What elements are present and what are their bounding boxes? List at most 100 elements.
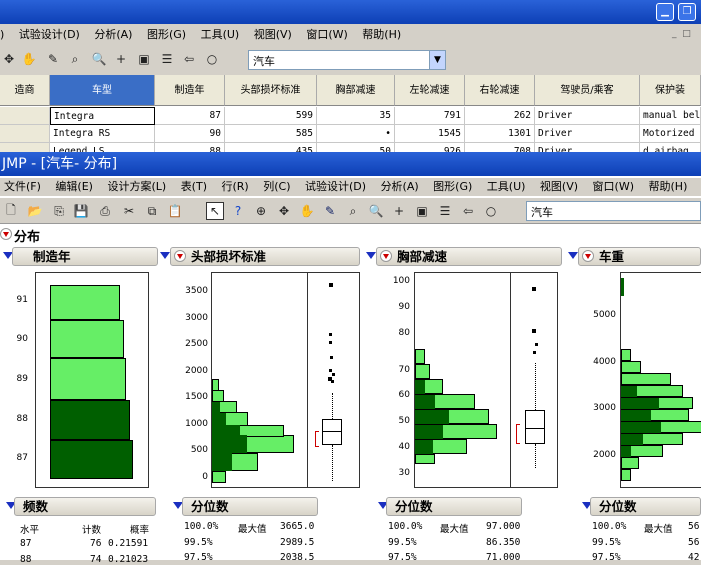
col-header-year[interactable]: 制造年 [155,75,225,106]
cell-protect[interactable]: manual bel [640,107,701,125]
head-bar-selected[interactable] [212,435,247,453]
head-bar-selected[interactable] [212,413,226,425]
menu-window[interactable]: 窗口(W) [593,180,634,193]
cell-chest[interactable]: • [317,125,395,143]
annotate-icon[interactable]: ▣ [135,50,153,68]
chest-bar-selected[interactable] [415,395,435,409]
save-icon[interactable]: 💾 [72,202,90,220]
outlier[interactable] [329,369,332,372]
cell-driver[interactable]: Driver [535,125,640,143]
back-menu-2[interactable]: 分析(A) [94,28,132,41]
brush-icon[interactable]: ✎ [44,50,62,68]
lines-icon[interactable]: ☰ [158,50,176,68]
outlier[interactable] [329,333,332,336]
back-menu-4[interactable]: 工具(U) [201,28,240,41]
year-bar-89[interactable] [50,358,126,400]
menu-analyze[interactable]: 分析(A) [381,180,419,193]
row-label[interactable] [0,107,50,125]
zoom-icon[interactable]: 🔍 [367,202,385,220]
print-icon[interactable]: ⎙ [96,202,114,220]
cell-driver[interactable]: Driver [535,107,640,125]
head-bar-selected[interactable] [212,453,232,471]
brush-icon[interactable]: ✎ [321,202,339,220]
head-bar-selected[interactable] [212,402,220,413]
outlier[interactable] [332,373,335,376]
chest-bar[interactable] [415,454,435,464]
menu-doe[interactable]: 试验设计(D) [305,180,366,193]
help-icon[interactable]: ? [229,202,247,220]
cell-left[interactable]: 791 [395,107,465,125]
minimize-button[interactable]: ▁ [656,3,674,21]
quantiles-weight-title[interactable]: 分位数 [590,497,701,516]
quantiles-chest-title[interactable]: 分位数 [386,497,522,516]
menu-edit[interactable]: 编辑(E) [55,180,93,193]
lines-icon[interactable]: ☰ [436,202,454,220]
back-menu-0[interactable]: ) [0,28,4,41]
menu-cols[interactable]: 列(C) [263,180,290,193]
weight-bar[interactable] [621,349,631,361]
back-table-combo[interactable]: 汽车 ▼ [248,50,446,70]
col-header-right[interactable]: 右轮减速 [465,75,535,106]
cell-protect[interactable]: Motorized [640,125,701,143]
col-header-model[interactable]: 车型 [50,75,155,106]
menu-file[interactable]: 文件(F) [4,180,41,193]
outlier[interactable] [330,356,333,359]
chest-bar[interactable] [415,364,430,379]
back-menu-1[interactable]: 试验设计(D) [19,28,80,41]
circle-icon[interactable]: ○ [203,50,221,68]
crosshair-icon[interactable]: + [112,50,130,68]
lasso-icon[interactable]: ⌕ [344,202,362,220]
move-icon[interactable]: ✥ [0,50,18,68]
head-bar[interactable] [212,390,224,402]
panel-head-title[interactable]: 头部损坏标准 [170,247,360,266]
open-icon[interactable]: 📂 [26,202,44,220]
cell-model[interactable]: Integra [50,107,155,125]
year-bar-90[interactable] [50,320,124,358]
col-header-left[interactable]: 左轮减速 [395,75,465,106]
cell-left[interactable]: 1545 [395,125,465,143]
outlier[interactable] [329,283,333,287]
weight-bar-selected[interactable] [621,278,624,296]
arrow-icon[interactable]: ↖ [206,202,224,220]
menu-rows[interactable]: 行(R) [222,180,249,193]
menu-help[interactable]: 帮助(H) [649,180,688,193]
polygon-icon[interactable]: ⇦ [459,202,477,220]
chest-bar-selected[interactable] [415,410,449,424]
outlier[interactable] [329,341,332,344]
disclosure-icon[interactable] [366,252,376,259]
paste-icon[interactable]: 📋 [166,202,184,220]
lasso-icon[interactable]: ⌕ [66,50,84,68]
head-bar[interactable] [212,379,219,391]
panel-weight-title[interactable]: 车重 [578,247,701,266]
outlier[interactable] [331,380,334,383]
panel-year-title[interactable]: 制造年 [12,247,158,266]
chest-bar-selected[interactable] [415,425,443,439]
back-menu-6[interactable]: 窗口(W) [306,28,347,41]
weight-bar-selected[interactable] [621,398,659,409]
quantiles-head-title[interactable]: 分位数 [182,497,318,516]
cell-chest[interactable]: 35 [317,107,395,125]
year-bar-87[interactable] [50,440,133,479]
weight-bar-selected[interactable] [621,422,661,433]
col-header-maker[interactable]: 造商 [0,75,50,106]
circle-icon[interactable]: ○ [482,202,500,220]
new-icon[interactable]: 🗋 [2,202,20,220]
year-bar-88[interactable] [50,400,130,440]
weight-bar[interactable] [621,373,671,385]
red-triangle-icon[interactable] [174,250,186,262]
disclosure-icon[interactable] [568,252,578,259]
restore-button[interactable]: ❐ [678,3,696,21]
hand-icon[interactable]: ✋ [20,50,38,68]
cell-model[interactable]: Integra RS [50,125,155,143]
move-icon[interactable]: ✥ [275,202,293,220]
weight-bar[interactable] [621,361,641,373]
cell-year[interactable]: 87 [155,107,225,125]
row-label[interactable] [0,125,50,143]
head-bar-selected[interactable] [212,425,240,435]
weight-bar[interactable] [621,469,631,481]
outlier[interactable] [532,329,536,333]
col-header-chest[interactable]: 胸部减速 [317,75,395,106]
outlier[interactable] [532,287,536,291]
disclosure-icon[interactable] [160,252,170,259]
weight-bar-selected[interactable] [621,410,651,421]
